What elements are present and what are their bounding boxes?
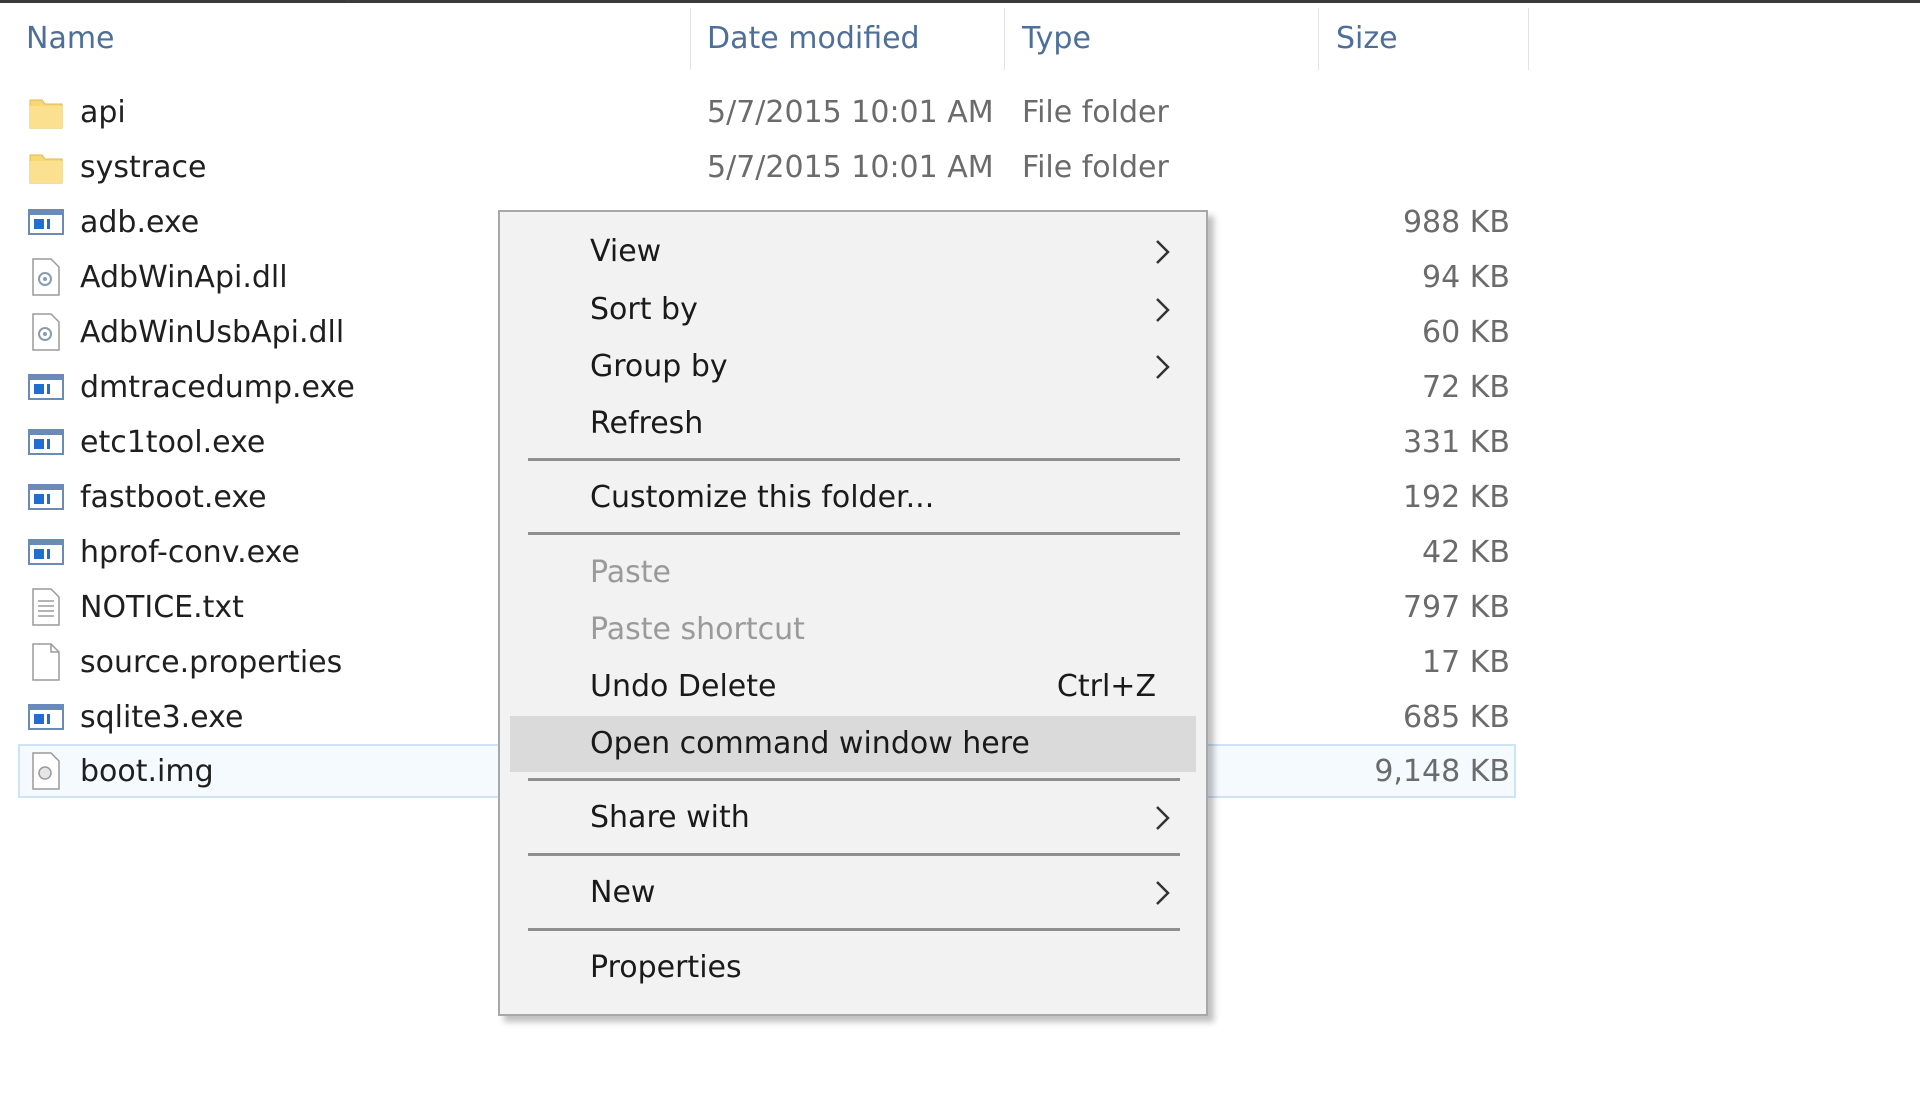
menu-item-label: Customize this folder... <box>590 480 935 515</box>
menu-separator <box>528 458 1180 461</box>
menu-item-properties[interactable]: Properties <box>510 940 1196 996</box>
file-name: fastboot.exe <box>80 480 267 515</box>
menu-item-label: Group by <box>590 349 728 384</box>
exe-icon <box>28 697 64 737</box>
menu-item-undo-delete[interactable]: Undo Delete Ctrl+Z <box>510 659 1196 715</box>
menu-item-label: Paste shortcut <box>590 612 805 647</box>
file-name: NOTICE.txt <box>80 590 244 625</box>
menu-separator <box>528 532 1180 535</box>
menu-item-new[interactable]: New <box>510 865 1196 921</box>
file-size: 60 KB <box>1422 315 1510 350</box>
file-size: 42 KB <box>1422 535 1510 570</box>
file-type: File folder <box>1022 150 1169 185</box>
file-row[interactable]: systrace 5/7/2015 10:01 AM File folder <box>0 140 1920 195</box>
file-size: 72 KB <box>1422 370 1510 405</box>
file-size <box>1340 85 1510 140</box>
file-size: 685 KB <box>1402 700 1510 735</box>
file-size: 988 KB <box>1402 205 1510 240</box>
exe-icon <box>28 202 64 242</box>
file-name: AdbWinUsbApi.dll <box>80 315 345 350</box>
exe-icon <box>28 477 64 517</box>
file-name: AdbWinApi.dll <box>80 260 288 295</box>
file-name: etc1tool.exe <box>80 425 266 460</box>
menu-separator <box>528 778 1180 781</box>
menu-item-shortcut: Ctrl+Z <box>1056 669 1156 704</box>
file-name: hprof-conv.exe <box>80 535 300 570</box>
menu-item-label: View <box>590 234 662 269</box>
exe-icon <box>28 422 64 462</box>
menu-item-open-command-window-here[interactable]: Open command window here <box>510 716 1196 772</box>
column-divider[interactable] <box>1528 8 1529 70</box>
file-size: 94 KB <box>1422 260 1510 295</box>
menu-item-label: New <box>590 875 656 910</box>
window-top-edge <box>0 0 1920 3</box>
file-name: source.properties <box>80 645 343 680</box>
menu-separator <box>528 928 1180 931</box>
menu-item-paste-shortcut: Paste shortcut <box>510 602 1196 658</box>
chevron-right-icon <box>1148 353 1176 381</box>
sort-caret-icon: ⌃ <box>341 0 361 17</box>
file-date-modified: 5/7/2015 10:01 AM <box>707 150 994 185</box>
column-divider[interactable] <box>1004 8 1005 70</box>
chevron-right-icon <box>1148 804 1176 832</box>
menu-item-paste: Paste <box>510 545 1196 601</box>
menu-item-label: Paste <box>590 555 671 590</box>
file-name: api <box>80 95 126 130</box>
column-divider[interactable] <box>690 8 691 70</box>
column-header-size[interactable]: Size <box>1336 14 1398 64</box>
menu-item-sort-by[interactable]: Sort by <box>510 282 1196 338</box>
chevron-right-icon <box>1148 238 1176 266</box>
menu-item-view[interactable]: View <box>510 224 1196 280</box>
menu-item-label: Properties <box>590 950 742 985</box>
folder-icon <box>28 92 64 132</box>
file-date-modified: 5/7/2015 10:01 AM <box>707 95 994 130</box>
file-size: 17 KB <box>1422 645 1510 680</box>
file-size: 797 KB <box>1402 590 1510 625</box>
file-name: boot.img <box>80 754 214 789</box>
column-header-name[interactable]: Name <box>26 14 115 64</box>
menu-item-label: Sort by <box>590 292 698 327</box>
file-size <box>1340 140 1510 195</box>
menu-item-refresh[interactable]: Refresh <box>510 396 1196 452</box>
file-type: File folder <box>1022 95 1169 130</box>
file-name: dmtracedump.exe <box>80 370 355 405</box>
menu-item-label: Refresh <box>590 406 704 441</box>
menu-item-group-by[interactable]: Group by <box>510 339 1196 395</box>
menu-item-share-with[interactable]: Share with <box>510 790 1196 846</box>
context-menu: View Sort by Group by Refresh Customize this… <box>498 210 1208 1016</box>
chevron-right-icon <box>1148 879 1176 907</box>
text-file-icon <box>28 587 64 627</box>
column-header-date-modified[interactable]: Date modified <box>707 14 920 64</box>
file-size: 9,148 KB <box>1374 754 1510 789</box>
folder-icon <box>28 147 64 187</box>
menu-item-label: Undo Delete <box>590 669 777 704</box>
chevron-right-icon <box>1148 296 1176 324</box>
menu-item-customize-this-folder[interactable]: Customize this folder... <box>510 470 1196 526</box>
file-name: systrace <box>80 150 207 185</box>
menu-separator <box>528 853 1180 856</box>
file-name: sqlite3.exe <box>80 700 244 735</box>
dll-icon <box>28 312 64 352</box>
file-name: adb.exe <box>80 205 200 240</box>
file-size: 331 KB <box>1402 425 1510 460</box>
image-file-icon <box>28 751 64 791</box>
menu-item-label: Share with <box>590 800 750 835</box>
file-row[interactable]: api 5/7/2015 10:01 AM File folder <box>0 85 1920 140</box>
menu-item-label: Open command window here <box>590 726 1030 761</box>
exe-icon <box>28 532 64 572</box>
dll-icon <box>28 257 64 297</box>
column-divider[interactable] <box>1318 8 1319 70</box>
blank-file-icon <box>28 642 64 682</box>
file-size: 192 KB <box>1402 480 1510 515</box>
exe-icon <box>28 367 64 407</box>
column-header-type[interactable]: Type <box>1022 14 1091 64</box>
